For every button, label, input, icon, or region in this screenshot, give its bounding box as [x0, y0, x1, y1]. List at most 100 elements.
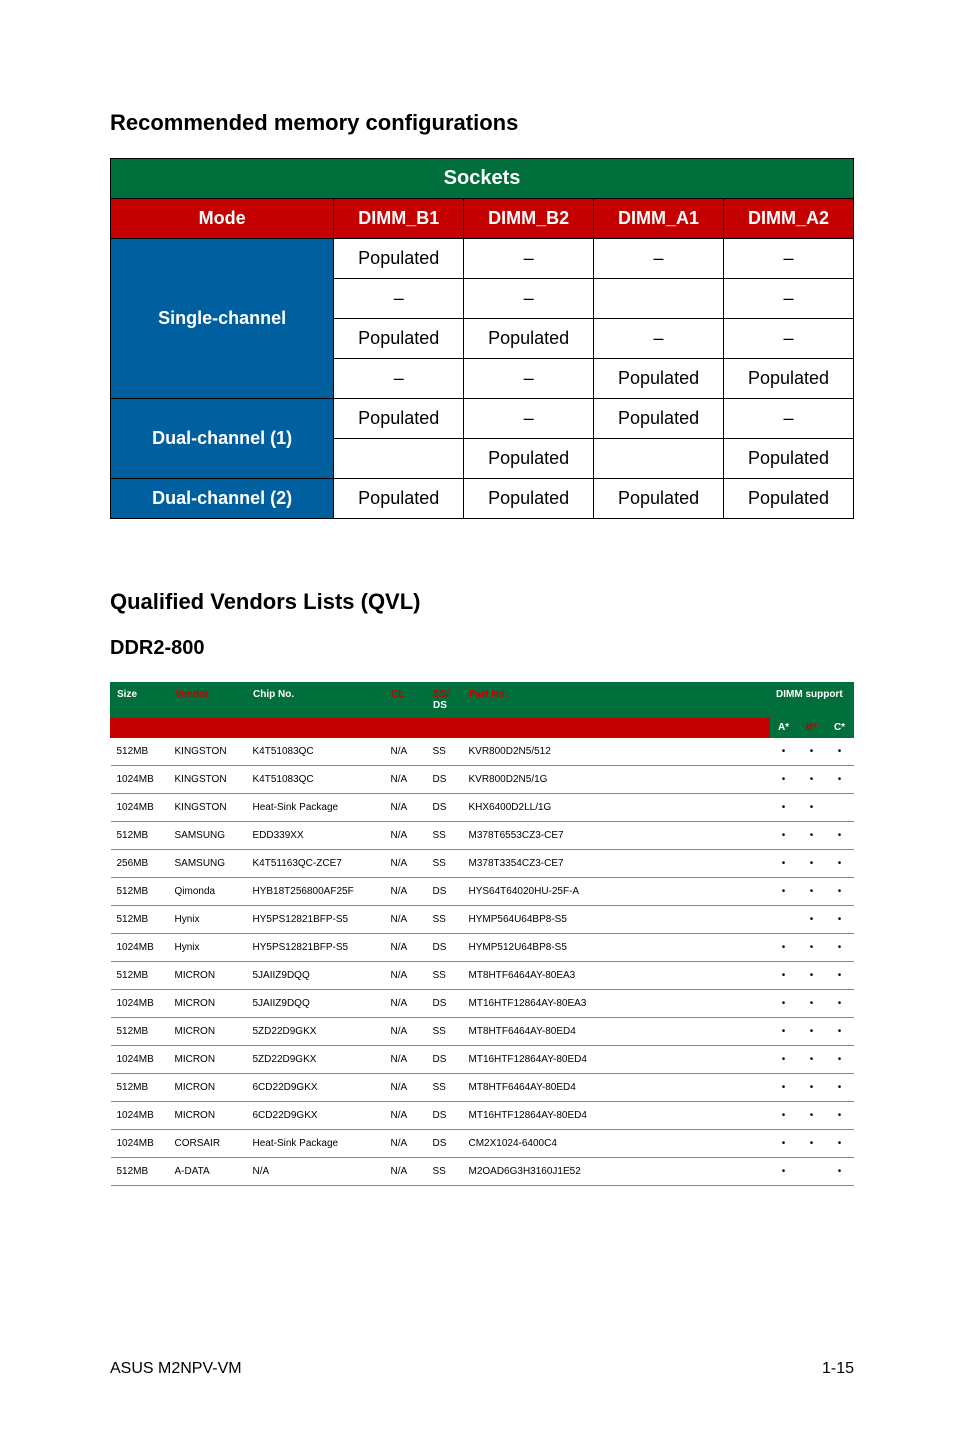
qvl-subheader-blank: [111, 718, 770, 738]
table-cell: 512MB: [111, 1158, 169, 1186]
table-cell: [770, 906, 798, 934]
table-cell: •: [798, 766, 826, 794]
qvl-header-cl: CL: [385, 683, 427, 718]
footer-page-number: 1-15: [822, 1360, 854, 1378]
table-cell: MT16HTF12864AY-80ED4: [463, 1102, 770, 1130]
table-row: 512MBSAMSUNGEDD339XXN/ASSM378T6553CZ3-CE…: [111, 822, 854, 850]
table-cell: N/A: [385, 990, 427, 1018]
table-cell: 512MB: [111, 822, 169, 850]
qvl-header-ssds: SS/ DS: [427, 683, 463, 718]
table-cell: Populated: [464, 479, 594, 519]
table-cell: MICRON: [169, 1018, 247, 1046]
table-cell: •: [798, 962, 826, 990]
table-cell: •: [798, 1102, 826, 1130]
table-cell: DS: [427, 934, 463, 962]
table-cell: 6CD22D9GKX: [247, 1102, 385, 1130]
single-channel-label: Single-channel: [111, 239, 334, 399]
table-cell: MT8HTF6464AY-80ED4: [463, 1018, 770, 1046]
table-cell: •: [826, 1074, 854, 1102]
table-cell: EDD339XX: [247, 822, 385, 850]
table-cell: SS: [427, 1074, 463, 1102]
table-cell: •: [770, 738, 798, 766]
sockets-table: Sockets Mode DIMM_B1 DIMM_B2 DIMM_A1 DIM…: [110, 158, 854, 519]
table-cell: Hynix: [169, 906, 247, 934]
table-cell: DS: [427, 990, 463, 1018]
table-cell: 1024MB: [111, 1102, 169, 1130]
table-cell: 1024MB: [111, 934, 169, 962]
table-cell: SS: [427, 738, 463, 766]
table-cell: •: [826, 1102, 854, 1130]
table-cell: MT8HTF6464AY-80ED4: [463, 1074, 770, 1102]
qvl-header-vendor: Vendor: [169, 683, 247, 718]
table-cell: Populated: [724, 359, 854, 399]
table-cell: Populated: [594, 359, 724, 399]
table-cell: –: [464, 239, 594, 279]
table-cell: •: [826, 1130, 854, 1158]
table-cell: [594, 279, 724, 319]
table-cell: •: [826, 934, 854, 962]
table-cell: 512MB: [111, 1018, 169, 1046]
table-row: 1024MBKINGSTONHeat-Sink PackageN/ADSKHX6…: [111, 794, 854, 822]
table-row: 256MBSAMSUNGK4T51163QC-ZCE7N/ASSM378T335…: [111, 850, 854, 878]
table-row: 512MBA-DATAN/AN/ASSM2OAD6G3H3160J1E52••: [111, 1158, 854, 1186]
table-cell: Populated: [594, 399, 724, 439]
table-cell: 256MB: [111, 850, 169, 878]
table-cell: •: [798, 990, 826, 1018]
dual-channel-1-label: Dual-channel (1): [111, 399, 334, 479]
table-cell: M378T3354CZ3-CE7: [463, 850, 770, 878]
table-cell: [594, 439, 724, 479]
page-footer: ASUS M2NPV-VM 1-15: [110, 1360, 854, 1378]
qvl-header-chip: Chip No.: [247, 683, 385, 718]
col-dimm-b1: DIMM_B1: [334, 199, 464, 239]
table-cell: SAMSUNG: [169, 822, 247, 850]
table-cell: 5ZD22D9GKX: [247, 1018, 385, 1046]
table-cell: Hynix: [169, 934, 247, 962]
table-cell: •: [798, 794, 826, 822]
table-cell: –: [724, 399, 854, 439]
table-cell: SS: [427, 962, 463, 990]
table-cell: Qimonda: [169, 878, 247, 906]
table-cell: •: [826, 1046, 854, 1074]
table-cell: •: [770, 1102, 798, 1130]
table-cell: –: [724, 279, 854, 319]
table-cell: HYMP512U64BP8-S5: [463, 934, 770, 962]
table-cell: –: [464, 359, 594, 399]
table-cell: [798, 1158, 826, 1186]
table-cell: SS: [427, 1018, 463, 1046]
qvl-header-dimm-support: DIMM support: [770, 683, 854, 718]
table-cell: MICRON: [169, 962, 247, 990]
table-cell: HYB18T256800AF25F: [247, 878, 385, 906]
table-cell: MICRON: [169, 1102, 247, 1130]
table-row: 512MBQimondaHYB18T256800AF25FN/ADSHYS64T…: [111, 878, 854, 906]
sockets-title: Sockets: [111, 159, 854, 199]
table-cell: •: [798, 1046, 826, 1074]
table-cell: KVR800D2N5/512: [463, 738, 770, 766]
table-cell: N/A: [385, 1046, 427, 1074]
table-cell: N/A: [385, 738, 427, 766]
table-cell: N/A: [385, 934, 427, 962]
table-cell: –: [594, 239, 724, 279]
table-cell: [826, 794, 854, 822]
table-cell: SS: [427, 1158, 463, 1186]
table-cell: –: [724, 319, 854, 359]
table-cell: •: [770, 1130, 798, 1158]
table-cell: KHX6400D2LL/1G: [463, 794, 770, 822]
table-cell: –: [464, 279, 594, 319]
table-cell: 1024MB: [111, 794, 169, 822]
table-row: 512MBHynixHY5PS12821BFP-S5N/ASSHYMP564U6…: [111, 906, 854, 934]
table-cell: •: [826, 850, 854, 878]
table-cell: •: [798, 906, 826, 934]
table-row: 1024MBKINGSTONK4T51083QCN/ADSKVR800D2N5/…: [111, 766, 854, 794]
table-cell: N/A: [385, 878, 427, 906]
table-cell: M2OAD6G3H3160J1E52: [463, 1158, 770, 1186]
table-cell: •: [826, 878, 854, 906]
table-cell: –: [464, 399, 594, 439]
table-cell: •: [770, 1074, 798, 1102]
table-cell: 6CD22D9GKX: [247, 1074, 385, 1102]
table-cell: DS: [427, 1130, 463, 1158]
table-cell: •: [770, 1158, 798, 1186]
table-cell: SS: [427, 906, 463, 934]
table-cell: SS: [427, 850, 463, 878]
table-cell: 512MB: [111, 738, 169, 766]
table-cell: A-DATA: [169, 1158, 247, 1186]
